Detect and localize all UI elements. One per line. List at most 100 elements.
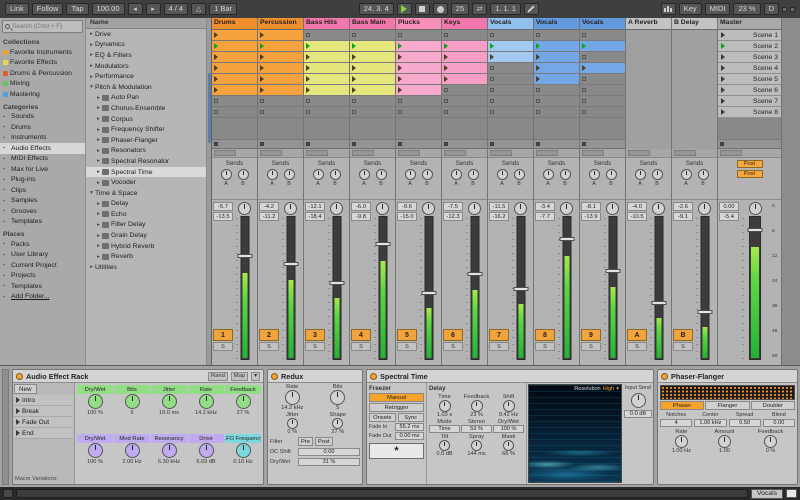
file-item-phaser-flanger[interactable]: ▸ Phaser-Flanger bbox=[86, 135, 206, 146]
fader-handle[interactable] bbox=[605, 268, 620, 273]
sidebar-item-grooves[interactable]: ▪ Grooves bbox=[0, 206, 85, 217]
send-knob-a[interactable] bbox=[450, 169, 462, 180]
clip-stop-button[interactable] bbox=[490, 77, 494, 81]
clip-launch-triangle[interactable] bbox=[398, 43, 402, 49]
track-activator-button[interactable]: 8 bbox=[535, 329, 555, 341]
filter-post-button[interactable]: Post bbox=[315, 437, 333, 446]
track-header[interactable]: Plucks bbox=[396, 18, 441, 30]
file-item-chorus-ensemble[interactable]: ▸ Chorus-Ensemble bbox=[86, 103, 206, 114]
empty-clip-slot[interactable] bbox=[488, 63, 533, 74]
empty-clip-slot[interactable] bbox=[534, 85, 579, 96]
track-activator-button[interactable]: 1 bbox=[213, 329, 233, 341]
expand-arrow-icon[interactable]: ▸ bbox=[88, 31, 95, 37]
sidebar-item-current-project[interactable]: ▪ Current Project bbox=[0, 260, 85, 271]
volume-fader[interactable] bbox=[647, 216, 670, 363]
clip-launch-triangle[interactable] bbox=[536, 54, 540, 60]
midi-map-mode-button[interactable]: MIDI bbox=[704, 3, 731, 15]
clip[interactable] bbox=[396, 85, 441, 96]
play-button[interactable] bbox=[396, 3, 412, 15]
sidebar-item-clips[interactable]: ▪ Clips bbox=[0, 185, 85, 196]
playing-clip[interactable] bbox=[396, 41, 441, 52]
clip-launch-triangle[interactable] bbox=[260, 76, 264, 82]
variation-break[interactable]: Break bbox=[14, 406, 73, 417]
browser-search[interactable] bbox=[2, 20, 83, 33]
send-knob-a[interactable] bbox=[312, 169, 324, 180]
clip[interactable] bbox=[396, 63, 441, 74]
feedback-knob[interactable] bbox=[470, 400, 483, 412]
clip-launch-triangle[interactable] bbox=[582, 65, 586, 71]
send-knob-b[interactable] bbox=[559, 169, 571, 180]
sidebar-item-samples[interactable]: ▪ Samples bbox=[0, 196, 85, 207]
clip-stop-button[interactable] bbox=[444, 33, 448, 37]
loop-toggle[interactable]: ⇄ bbox=[472, 3, 488, 15]
sync-toggle[interactable]: Sync bbox=[397, 413, 424, 422]
clip-launch-triangle[interactable] bbox=[398, 76, 402, 82]
volume-fader[interactable] bbox=[509, 216, 532, 363]
playing-clip[interactable] bbox=[488, 41, 533, 52]
send-knob-a[interactable] bbox=[358, 169, 370, 180]
search-input[interactable] bbox=[12, 23, 80, 30]
clip-launch-triangle[interactable] bbox=[352, 65, 356, 71]
track-header[interactable]: Vocals bbox=[580, 18, 625, 30]
expand-arrow-icon[interactable]: ▸ bbox=[95, 180, 102, 186]
clip-stop-button[interactable] bbox=[582, 88, 586, 92]
clip[interactable] bbox=[350, 85, 395, 96]
time-knob[interactable] bbox=[438, 400, 451, 412]
empty-clip-slot[interactable] bbox=[488, 96, 533, 107]
fade-in-value[interactable]: 55.2 ms bbox=[395, 423, 424, 431]
expand-arrow-icon[interactable]: ▸ bbox=[95, 158, 102, 164]
input-send-knob[interactable] bbox=[630, 393, 646, 408]
send-knob-a[interactable] bbox=[266, 169, 278, 180]
scene-slot-6[interactable]: Scene 6 bbox=[718, 85, 781, 96]
volume-fader[interactable] bbox=[601, 216, 624, 363]
clip-launch-triangle[interactable] bbox=[260, 87, 264, 93]
clip-stop-button[interactable] bbox=[536, 99, 540, 103]
clip-stop-button[interactable] bbox=[352, 110, 356, 114]
empty-clip-slot[interactable] bbox=[350, 96, 395, 107]
empty-clip-slot[interactable] bbox=[580, 107, 625, 118]
expand-arrow-icon[interactable]: ▸ bbox=[88, 264, 95, 270]
volume-value[interactable]: -2.6 bbox=[673, 202, 693, 211]
track-header[interactable]: A Reverb bbox=[626, 18, 671, 30]
macro-map-button[interactable]: Map bbox=[230, 371, 249, 381]
clip-stop-button[interactable] bbox=[582, 99, 586, 103]
sidebar-item-mastering[interactable]: Mastering bbox=[0, 89, 85, 100]
metronome-toggle[interactable]: △ bbox=[191, 3, 207, 15]
playing-clip[interactable] bbox=[442, 41, 487, 52]
fade-out-value[interactable]: 0.00 ms bbox=[395, 432, 424, 440]
sidebar-item-drums-percussion[interactable]: Drums & Percussion bbox=[0, 68, 85, 79]
solo-button[interactable]: S bbox=[305, 342, 325, 351]
clip[interactable] bbox=[212, 63, 257, 74]
clip[interactable] bbox=[442, 63, 487, 74]
clip[interactable] bbox=[350, 74, 395, 85]
sidebar-item-instruments[interactable]: ▪ Instruments bbox=[0, 133, 85, 144]
clip[interactable] bbox=[534, 52, 579, 63]
clip-launch-triangle[interactable] bbox=[536, 65, 540, 71]
pan-knob[interactable] bbox=[422, 202, 435, 215]
clip[interactable] bbox=[258, 30, 303, 41]
file-item-modulators[interactable]: ▸ Modulators bbox=[86, 61, 206, 72]
expand-arrow-icon[interactable]: ▸ bbox=[95, 222, 102, 228]
sidebar-item-projects[interactable]: ▪ Projects bbox=[0, 271, 85, 282]
scene-slot-1[interactable]: Scene 1 bbox=[718, 30, 781, 41]
track-header[interactable]: Vocals bbox=[534, 18, 579, 30]
cue-post-toggle-0[interactable]: Post bbox=[736, 160, 763, 168]
volume-value[interactable]: 0.00 bbox=[719, 202, 739, 211]
send-knob-a[interactable] bbox=[542, 169, 554, 180]
clip-launch-triangle[interactable] bbox=[444, 43, 448, 49]
expand-arrow-icon[interactable]: ▸ bbox=[95, 137, 102, 143]
sidebar-item-user-library[interactable]: ▪ User Library bbox=[0, 250, 85, 261]
pan-knob[interactable] bbox=[560, 202, 573, 215]
record-button[interactable] bbox=[432, 3, 448, 15]
clip-stop-button[interactable] bbox=[490, 110, 494, 114]
clip-launch-triangle[interactable] bbox=[260, 32, 264, 38]
resolution-control[interactable]: Resolution High ▾ bbox=[574, 386, 619, 392]
variation-launch-triangle[interactable] bbox=[16, 430, 20, 436]
fader-handle[interactable] bbox=[651, 301, 666, 306]
key-map-mode-button[interactable]: Key bbox=[678, 3, 702, 15]
track-header[interactable]: B Delay bbox=[672, 18, 717, 30]
empty-clip-slot[interactable] bbox=[580, 52, 625, 63]
clip[interactable] bbox=[534, 63, 579, 74]
fader-handle[interactable] bbox=[237, 254, 252, 259]
expand-arrow-icon[interactable]: ▸ bbox=[95, 243, 102, 249]
